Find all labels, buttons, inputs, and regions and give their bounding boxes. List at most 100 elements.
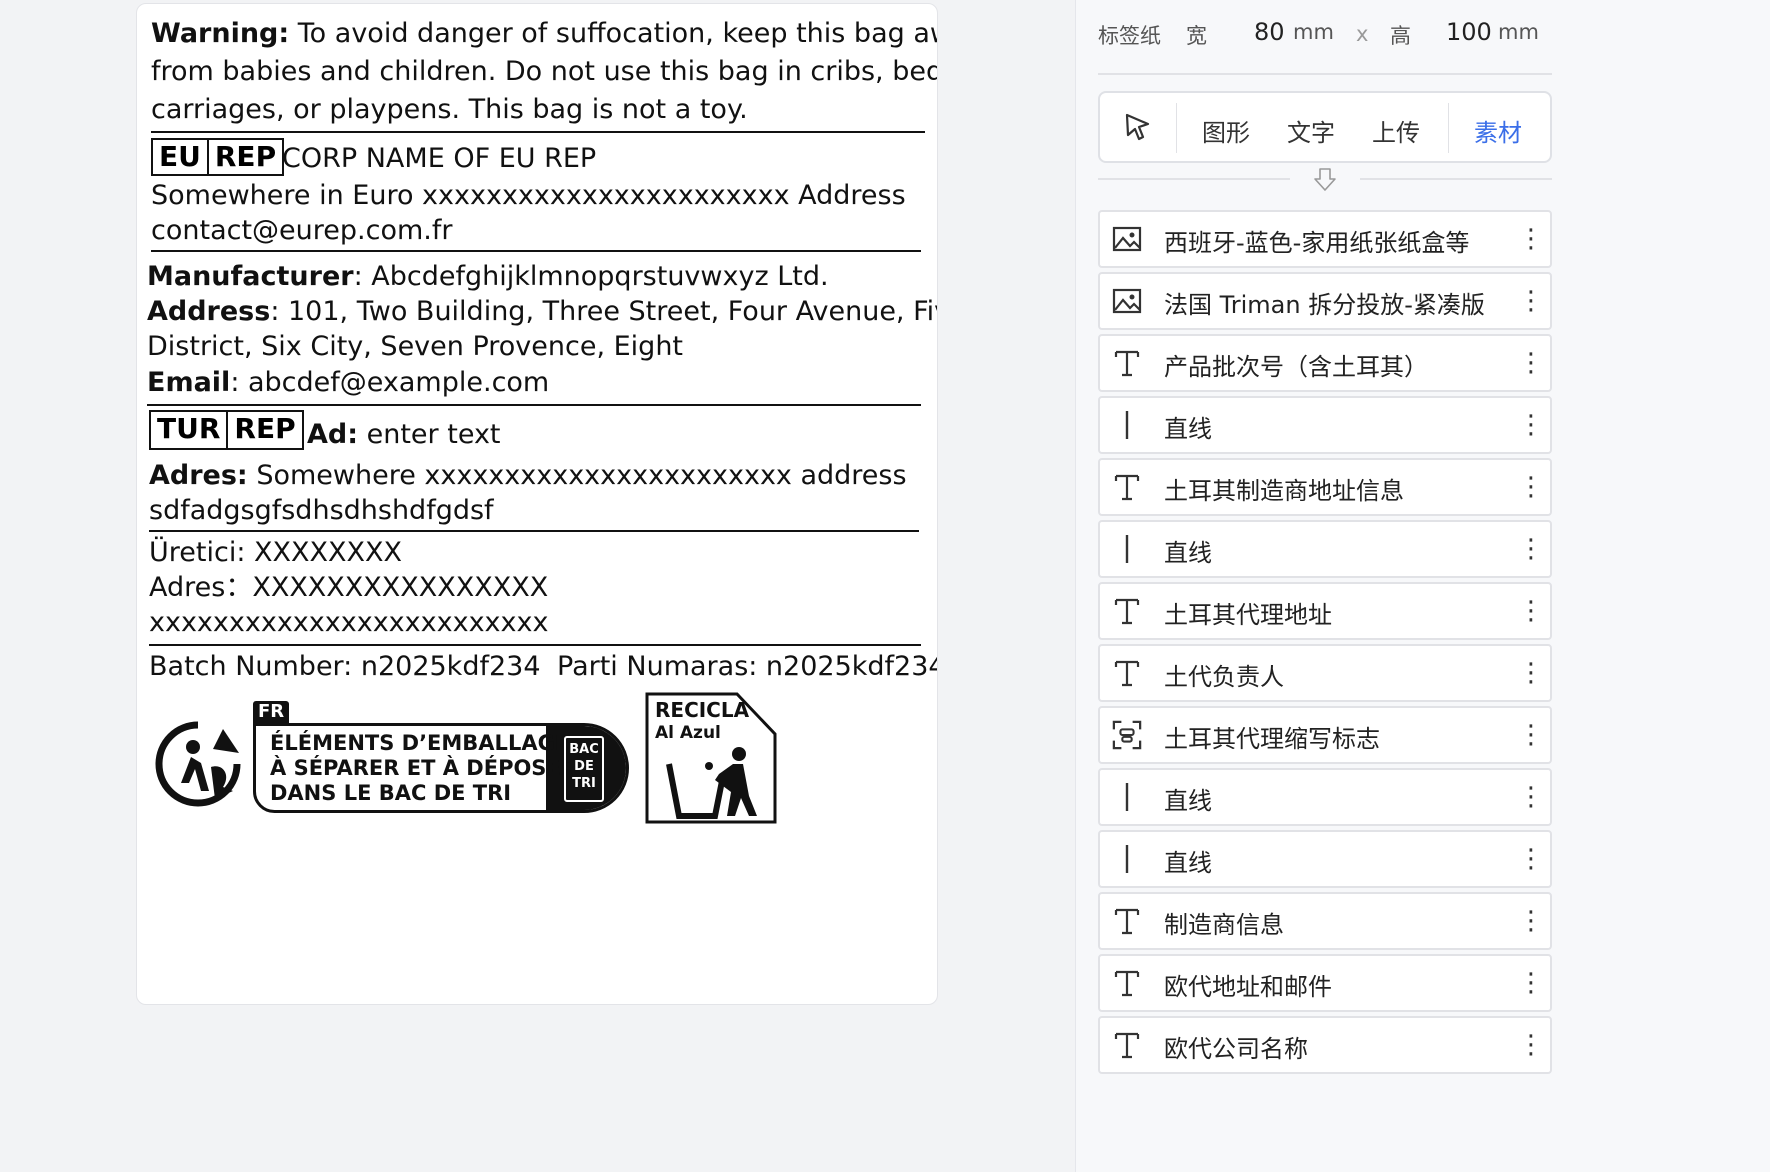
tr-manufacturer-address-2[interactable]: xxxxxxxxxxxxxxxxxxxxxxxxx [149,606,548,640]
bin-icon: BAC DE TRI [564,736,604,802]
width-unit: mm [1293,20,1334,44]
line-icon [1112,534,1142,564]
eu-box-eu: EU [159,140,201,173]
more-vertical-icon[interactable]: ⋮ [1518,284,1544,318]
layer-item[interactable]: 西班牙-蓝色-家用纸张纸盒等 ⋮ [1098,210,1552,268]
warning-line-3[interactable]: carriages, or playpens. This bag is not … [151,93,748,127]
recicla-line-1: RECICLA [655,698,750,722]
times-sign: x [1356,22,1369,46]
tab-material[interactable]: 素材 [1474,113,1522,148]
more-vertical-icon[interactable]: ⋮ [1518,904,1544,938]
tab-upload[interactable]: 上传 [1372,113,1420,148]
layer-item-label: 法国 Triman 拆分投放-紧凑版 [1164,291,1484,319]
recicla-logo[interactable]: RECICLA Al Azul [645,692,777,824]
more-vertical-icon[interactable]: ⋮ [1518,594,1544,628]
tur-rep-ad-line[interactable]: Ad: enter text [307,418,501,452]
layer-item[interactable]: 土耳其代理地址 ⋮ [1098,582,1552,640]
height-label: 高 [1390,24,1411,48]
height-value[interactable]: 100 [1446,18,1492,46]
layer-item[interactable]: 直线 ⋮ [1098,768,1552,826]
tr-manufacturer-address[interactable]: Adres：XXXXXXXXXXXXXXXX [149,571,548,605]
address-line[interactable]: Address: 101, Two Building, Three Street… [147,295,938,329]
address-value: : 101, Two Building, Three Street, Four … [270,296,938,327]
tur-rep-box[interactable]: TUR REP [149,410,304,450]
tur-ad-value: enter text [366,419,501,450]
layer-item[interactable]: 土耳其代理缩写标志 ⋮ [1098,706,1552,764]
tur-box-tur: TUR [157,412,221,445]
eu-rep-name[interactable]: CORP NAME OF EU REP [282,142,596,176]
label-canvas[interactable]: Warning: To avoid danger of suffocation,… [136,3,938,1005]
layer-item[interactable]: 直线 ⋮ [1098,396,1552,454]
more-vertical-icon[interactable]: ⋮ [1518,966,1544,1000]
parti-number[interactable]: Parti Numaras: n2025kdf234 [557,650,937,684]
layer-item[interactable]: 欧代地址和邮件 ⋮ [1098,954,1552,1012]
layer-item[interactable]: 法国 Triman 拆分投放-紧凑版 ⋮ [1098,272,1552,330]
more-vertical-icon[interactable]: ⋮ [1518,1028,1544,1062]
chevron-down-icon[interactable] [1313,167,1337,193]
layer-item[interactable]: 土耳其制造商地址信息 ⋮ [1098,458,1552,516]
triman-line-1: ÉLÉMENTS D’EMBALLAGE [270,731,570,755]
tab-shape[interactable]: 图形 [1202,113,1250,148]
manufacturer-line[interactable]: Manufacturer: Abcdefghijklmnopqrstuvwxyz… [147,260,829,294]
warning-line-1[interactable]: Warning: To avoid danger of suffocation,… [151,17,937,51]
divider-line[interactable] [151,250,921,252]
layer-item-label: 直线 [1164,787,1212,815]
divider-line[interactable] [149,644,921,646]
warning-line-2[interactable]: from babies and children. Do not use thi… [151,55,937,89]
collapse-divider-left [1098,178,1290,180]
email-value: : abcdef@example.com [230,367,550,398]
eu-rep-address[interactable]: Somewhere in Euro xxxxxxxxxxxxxxxxxxxxxx… [151,179,906,213]
text-icon [1112,906,1142,936]
layer-item-label: 土耳其代理缩写标志 [1164,725,1380,753]
batch-number[interactable]: Batch Number: n2025kdf234 [149,650,541,684]
bin-text-1: BAC [569,742,599,757]
tur-rep-address-2[interactable]: sdfadgsgfsdhsdhshdfgdsf [149,494,494,528]
email-key: Email [147,367,231,398]
eu-box-rep: REP [206,140,282,174]
manufacturer-key: Manufacturer [147,261,354,292]
layer-item[interactable]: 直线 ⋮ [1098,830,1552,888]
layer-item[interactable]: 土代负责人 ⋮ [1098,644,1552,702]
layer-item[interactable]: 直线 ⋮ [1098,520,1552,578]
divider-line[interactable] [151,131,925,133]
layer-item[interactable]: 产品批次号（含土耳其） ⋮ [1098,334,1552,392]
more-vertical-icon[interactable]: ⋮ [1518,656,1544,690]
divider-line[interactable] [147,404,921,406]
eu-rep-box[interactable]: EU REP [151,138,285,176]
bin-text-3: TRI [572,776,596,791]
frame-icon [1112,720,1142,750]
more-vertical-icon[interactable]: ⋮ [1518,780,1544,814]
layer-item-label: 产品批次号（含土耳其） [1164,353,1428,381]
header-divider [1098,73,1552,75]
adres-value: Somewhere xxxxxxxxxxxxxxxxxxxxxxx addres… [256,460,907,491]
tab-text[interactable]: 文字 [1287,113,1335,148]
more-vertical-icon[interactable]: ⋮ [1518,470,1544,504]
address-line-2[interactable]: District, Six City, Seven Provence, Eigh… [147,330,683,364]
email-line[interactable]: Email: abcdef@example.com [147,366,549,400]
tr-manufacturer[interactable]: Üretici: XXXXXXXX [149,536,402,570]
manufacturer-value: : Abcdefghijklmnopqrstuvwxyz Ltd. [353,261,829,292]
triman-symbol-icon [155,721,241,807]
text-icon [1112,1030,1142,1060]
triman-fr-badge: FR [253,701,290,723]
triman-logo[interactable]: FR ÉLÉMENTS D’EMBALLAGE À SÉPARER ET À D… [153,701,629,813]
width-value[interactable]: 80 [1254,18,1285,46]
recicla-line-2: Al Azul [655,723,721,743]
layer-item-label: 直线 [1164,849,1212,877]
collapse-divider-right [1360,178,1552,180]
more-vertical-icon[interactable]: ⋮ [1518,222,1544,256]
tab-select[interactable] [1122,111,1154,147]
layer-item[interactable]: 制造商信息 ⋮ [1098,892,1552,950]
divider-line[interactable] [149,530,919,532]
eu-rep-email[interactable]: contact@eurep.com.fr [151,214,452,248]
more-vertical-icon[interactable]: ⋮ [1518,842,1544,876]
warning-bold: Warning: [151,18,290,49]
tur-rep-address[interactable]: Adres: Somewhere xxxxxxxxxxxxxxxxxxxxxxx… [149,459,907,493]
more-vertical-icon[interactable]: ⋮ [1518,346,1544,380]
tool-divider [1176,103,1177,153]
image-icon [1112,286,1142,316]
more-vertical-icon[interactable]: ⋮ [1518,532,1544,566]
more-vertical-icon[interactable]: ⋮ [1518,408,1544,442]
layer-item[interactable]: 欧代公司名称 ⋮ [1098,1016,1552,1074]
more-vertical-icon[interactable]: ⋮ [1518,718,1544,752]
